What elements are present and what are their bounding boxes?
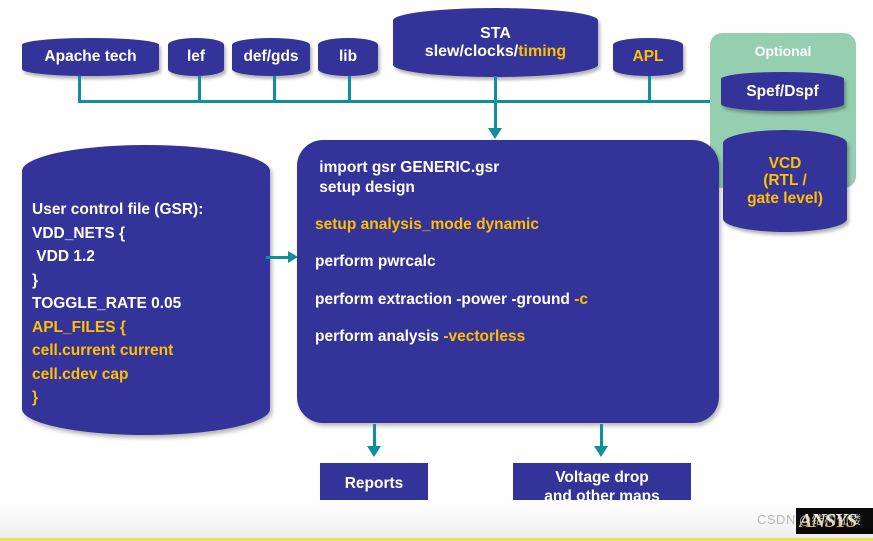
watermark: CSDN ANSYS @结构仙楼 xyxy=(757,508,873,534)
command-seg-3-0-1: -c xyxy=(574,290,589,308)
command-line-4-0: perform analysis -vectorless xyxy=(315,327,715,347)
connector-bus-horizontal xyxy=(78,100,710,103)
gsr-line-4: TOGGLE_RATE 0.05 xyxy=(32,295,182,313)
command-group-2: perform pwrcalc xyxy=(315,252,715,272)
command-group-4: perform analysis -vectorless xyxy=(315,327,715,347)
command-line-1-0: setup analysis_mode dynamic xyxy=(315,215,715,235)
connector-sta-to-commands xyxy=(494,76,497,130)
command-line-0-1: setup design xyxy=(315,178,715,198)
node-apache-tech[interactable]: Apache tech xyxy=(22,38,159,76)
command-group-1: setup analysis_mode dynamic xyxy=(315,215,715,235)
gsr-line-7: cell.cdev cap xyxy=(32,365,129,383)
gsr-line-5: APL_FILES { xyxy=(32,318,126,336)
footer-band xyxy=(0,500,873,541)
gsr-control-file-text: User control file (GSR): VDD_NETS { VDD 1… xyxy=(32,198,262,410)
command-seg-3-0-0: perform extraction -power -ground xyxy=(315,290,575,308)
node-vcd-line1: VCD xyxy=(768,154,802,172)
node-vcd-line2: (RTL / xyxy=(763,172,807,190)
connector-commands-to-reports xyxy=(373,424,376,448)
watermark-csdn-label: CSDN xyxy=(757,512,796,527)
output-voltage-maps-line1: Voltage drop xyxy=(555,469,649,487)
node-lib[interactable]: lib xyxy=(318,38,378,76)
connector-lib-drop xyxy=(348,76,351,103)
gsr-line-1: VDD_NETS { xyxy=(32,224,126,242)
command-script-text: import gsr GENERIC.gsr setup design setup… xyxy=(315,158,715,347)
node-vcd[interactable]: VCD (RTL / gate level) xyxy=(723,130,847,232)
gsr-line-3: } xyxy=(32,271,39,289)
command-group-3: perform extraction -power -ground -c xyxy=(315,290,715,310)
arrow-commands-to-voltage-maps xyxy=(594,446,608,457)
node-vcd-line3: gate level) xyxy=(747,189,823,207)
watermark-handle: @结构仙楼 xyxy=(799,513,862,527)
command-line-3-0: perform extraction -power -ground -c xyxy=(315,290,715,310)
node-apl[interactable]: APL xyxy=(613,38,683,76)
connector-commands-to-voltage-maps xyxy=(600,424,603,448)
command-seg-0-1-0: setup design xyxy=(315,179,415,197)
command-seg-2-0-0: perform pwrcalc xyxy=(315,253,436,271)
optional-group-label: Optional xyxy=(754,43,812,59)
node-sta-line2-orange: timing xyxy=(518,42,567,60)
command-seg-4-0-0: perform analysis xyxy=(315,327,444,345)
node-sta[interactable]: STA slew/clocks/timing xyxy=(393,8,598,77)
node-apl-label: APL xyxy=(632,48,664,66)
connector-def-gds-drop xyxy=(273,76,276,103)
command-seg-0-0-0: import gsr GENERIC.gsr xyxy=(315,159,500,176)
node-sta-line1: STA xyxy=(480,24,511,42)
connector-apache-tech-drop xyxy=(78,76,81,103)
command-seg-1-0-0: setup analysis_mode dynamic xyxy=(315,216,539,234)
node-def-gds[interactable]: def/gds xyxy=(232,38,310,76)
node-spef-dspf[interactable]: Spef/Dspf xyxy=(721,72,844,111)
diagram-canvas: Optional Apache tech lef def/gds lib STA… xyxy=(0,0,873,541)
gsr-line-8: } xyxy=(32,389,39,407)
output-reports-label: Reports xyxy=(344,474,404,492)
gsr-line-6: cell.current current xyxy=(32,342,174,360)
command-seg-4-0-1: -vectorless xyxy=(443,327,526,345)
node-def-gds-label: def/gds xyxy=(243,48,299,66)
command-group-0: import gsr GENERIC.gsr setup design xyxy=(315,158,715,198)
node-lef[interactable]: lef xyxy=(168,38,224,76)
connector-lef-drop xyxy=(198,76,201,103)
node-sta-line2-white: slew/clocks/ xyxy=(424,42,519,60)
command-line-2-0: perform pwrcalc xyxy=(315,252,715,272)
node-lib-label: lib xyxy=(338,48,358,66)
node-spef-dspf-label: Spef/Dspf xyxy=(746,82,819,100)
gsr-line-0: User control file (GSR): xyxy=(32,201,204,218)
node-lef-label: lef xyxy=(186,48,206,66)
output-voltage-maps-line2: and other maps xyxy=(544,488,660,505)
arrow-commands-to-reports xyxy=(367,446,381,457)
connector-apl-drop xyxy=(648,76,651,103)
arrow-sta-to-commands xyxy=(488,128,502,139)
command-line-0-0: import gsr GENERIC.gsr xyxy=(315,158,715,178)
node-apache-tech-label: Apache tech xyxy=(44,48,137,66)
gsr-line-2: VDD 1.2 xyxy=(32,248,95,266)
